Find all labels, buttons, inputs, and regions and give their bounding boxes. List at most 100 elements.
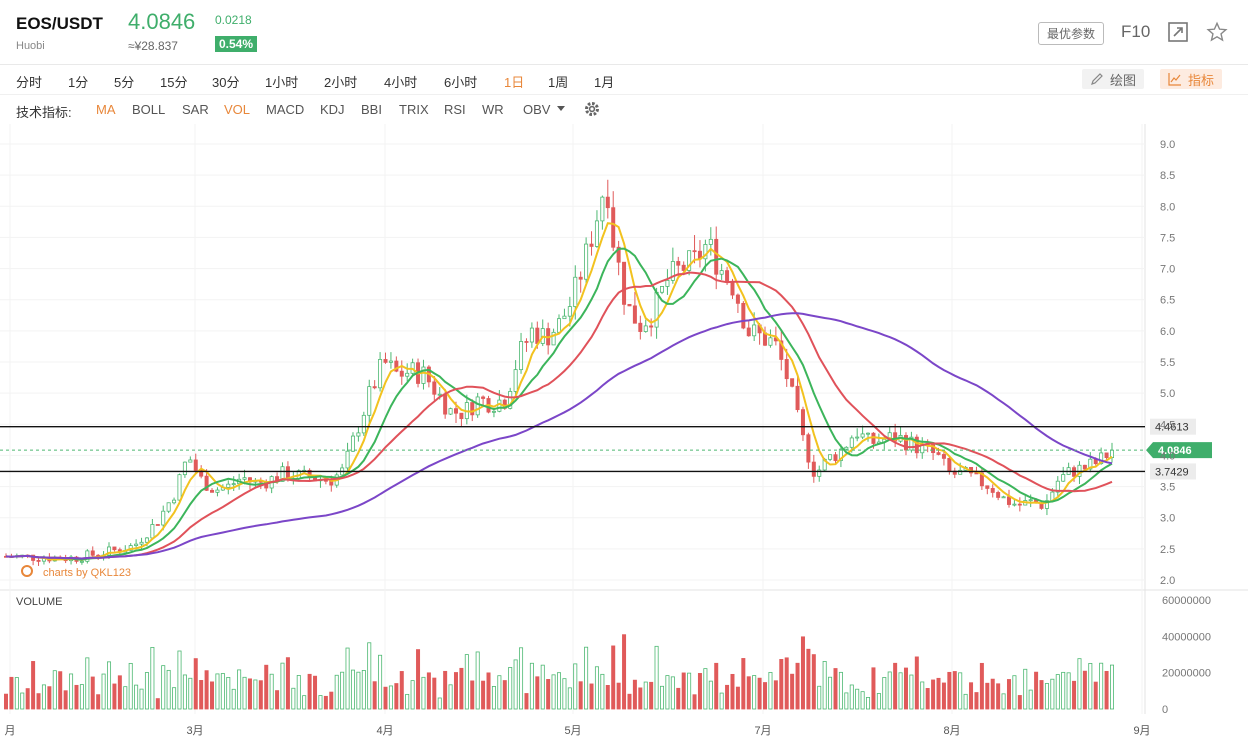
candle-body xyxy=(860,433,865,438)
volume-bar xyxy=(388,685,393,710)
tf-1m[interactable]: 1月 xyxy=(594,72,614,91)
candle-body xyxy=(134,543,139,546)
volume-bar xyxy=(508,667,513,710)
tf-6h[interactable]: 6小时 xyxy=(444,72,477,91)
volume-bar xyxy=(876,693,881,710)
candle-body xyxy=(443,393,448,415)
fullscreen-icon[interactable] xyxy=(1166,20,1190,44)
ind-vol[interactable]: VOL xyxy=(224,102,250,117)
ind-obv[interactable]: OBV xyxy=(523,102,550,117)
ind-macd[interactable]: MACD xyxy=(266,102,304,117)
volume-bar xyxy=(144,672,149,710)
candle-body xyxy=(36,560,41,562)
price-chart[interactable]: 4.46133.74294.0846 9.08.58.07.57.06.56.0… xyxy=(0,124,1248,751)
tf-4h[interactable]: 4小时 xyxy=(384,72,417,91)
exchange-name: Huobi xyxy=(16,40,45,52)
caret-down-icon[interactable] xyxy=(556,105,566,113)
volume-label: VOLUME xyxy=(16,596,62,608)
volume-bar xyxy=(1055,674,1060,710)
volume-bar xyxy=(1034,671,1039,710)
candle-body xyxy=(1104,452,1109,459)
volume-bar xyxy=(784,657,789,710)
candle-body xyxy=(215,489,220,493)
volume-bar xyxy=(887,671,892,710)
candle-body xyxy=(866,432,871,435)
candle-body xyxy=(947,457,952,472)
volume-bar xyxy=(459,667,464,710)
f10-button[interactable]: F10 xyxy=(1121,22,1150,42)
volume-bar xyxy=(237,669,242,710)
best-params-button[interactable]: 最优参数 xyxy=(1038,22,1105,45)
candle-body xyxy=(378,359,383,389)
draw-button[interactable]: 绘图 xyxy=(1082,69,1145,89)
tf-1min[interactable]: 1分 xyxy=(68,72,88,91)
volume-bar xyxy=(969,682,974,710)
favorite-star-icon[interactable] xyxy=(1205,20,1229,44)
ind-kdj[interactable]: KDJ xyxy=(320,102,345,117)
tf-2h[interactable]: 2小时 xyxy=(324,72,357,91)
volume-bar xyxy=(426,672,431,710)
volume-bar xyxy=(9,676,14,710)
ind-trix[interactable]: TRIX xyxy=(399,102,429,117)
volume-bar xyxy=(979,662,984,710)
volume-bar xyxy=(231,688,236,710)
ind-boll[interactable]: BOLL xyxy=(132,102,165,117)
candle-body xyxy=(806,434,811,463)
tf-15min[interactable]: 15分 xyxy=(160,72,187,91)
candle-body xyxy=(725,270,730,282)
volume-bar xyxy=(502,680,507,710)
candle-body xyxy=(844,446,849,450)
volume-bar xyxy=(1066,672,1071,710)
candle-body xyxy=(519,341,524,371)
candle-body xyxy=(432,381,437,395)
candle-body xyxy=(735,294,740,304)
candle-body xyxy=(800,409,805,436)
volume-bar xyxy=(898,672,903,710)
volume-bar xyxy=(925,688,930,710)
gear-icon[interactable] xyxy=(583,100,601,118)
volume-bar xyxy=(605,685,610,710)
volume-bar xyxy=(481,680,486,710)
volume-bar xyxy=(182,674,187,710)
indicator-button[interactable]: 指标 xyxy=(1160,69,1223,89)
volume-bar xyxy=(188,677,193,710)
volume-bar xyxy=(63,690,68,710)
price-change-percent: 0.54% xyxy=(215,36,258,52)
volume-bar xyxy=(1082,670,1087,710)
ind-wr[interactable]: WR xyxy=(482,102,504,117)
volume-bar xyxy=(952,671,957,710)
volume-bar xyxy=(47,686,52,710)
volume-bar xyxy=(486,672,491,710)
pair-symbol[interactable]: EOS/USDT xyxy=(16,14,103,34)
ind-bbi[interactable]: BBI xyxy=(361,102,382,117)
tf-fenshi[interactable]: 分时 xyxy=(16,72,42,91)
volume-bar xyxy=(557,672,562,710)
volume-bar xyxy=(703,668,708,710)
volume-bar xyxy=(763,682,768,710)
candle-body xyxy=(437,393,442,396)
price-tick-label: 4.0 xyxy=(1160,450,1175,462)
volume-bar xyxy=(1104,670,1109,710)
ind-sar[interactable]: SAR xyxy=(182,102,209,117)
candle-body xyxy=(1001,496,1006,499)
ind-rsi[interactable]: RSI xyxy=(444,102,466,117)
price-tick-label: 2.5 xyxy=(1160,544,1175,556)
volume-bar xyxy=(437,697,442,710)
x-tick-label: 5月 xyxy=(564,725,581,737)
tf-30min[interactable]: 30分 xyxy=(212,72,239,91)
volume-bar xyxy=(660,685,665,710)
volume-bar xyxy=(752,675,757,710)
volume-bar xyxy=(573,663,578,710)
ind-ma[interactable]: MA xyxy=(96,102,116,117)
candle-body xyxy=(996,492,1001,498)
tf-1d[interactable]: 1日 xyxy=(504,72,524,91)
volume-bar xyxy=(627,693,632,710)
candle-body xyxy=(459,412,464,420)
tf-1w[interactable]: 1周 xyxy=(548,72,568,91)
volume-bar xyxy=(150,647,155,710)
candle-body xyxy=(719,270,724,275)
volume-bar xyxy=(719,692,724,710)
volume-bar xyxy=(665,675,670,710)
tf-1h[interactable]: 1小时 xyxy=(265,72,298,91)
tf-5min[interactable]: 5分 xyxy=(114,72,134,91)
